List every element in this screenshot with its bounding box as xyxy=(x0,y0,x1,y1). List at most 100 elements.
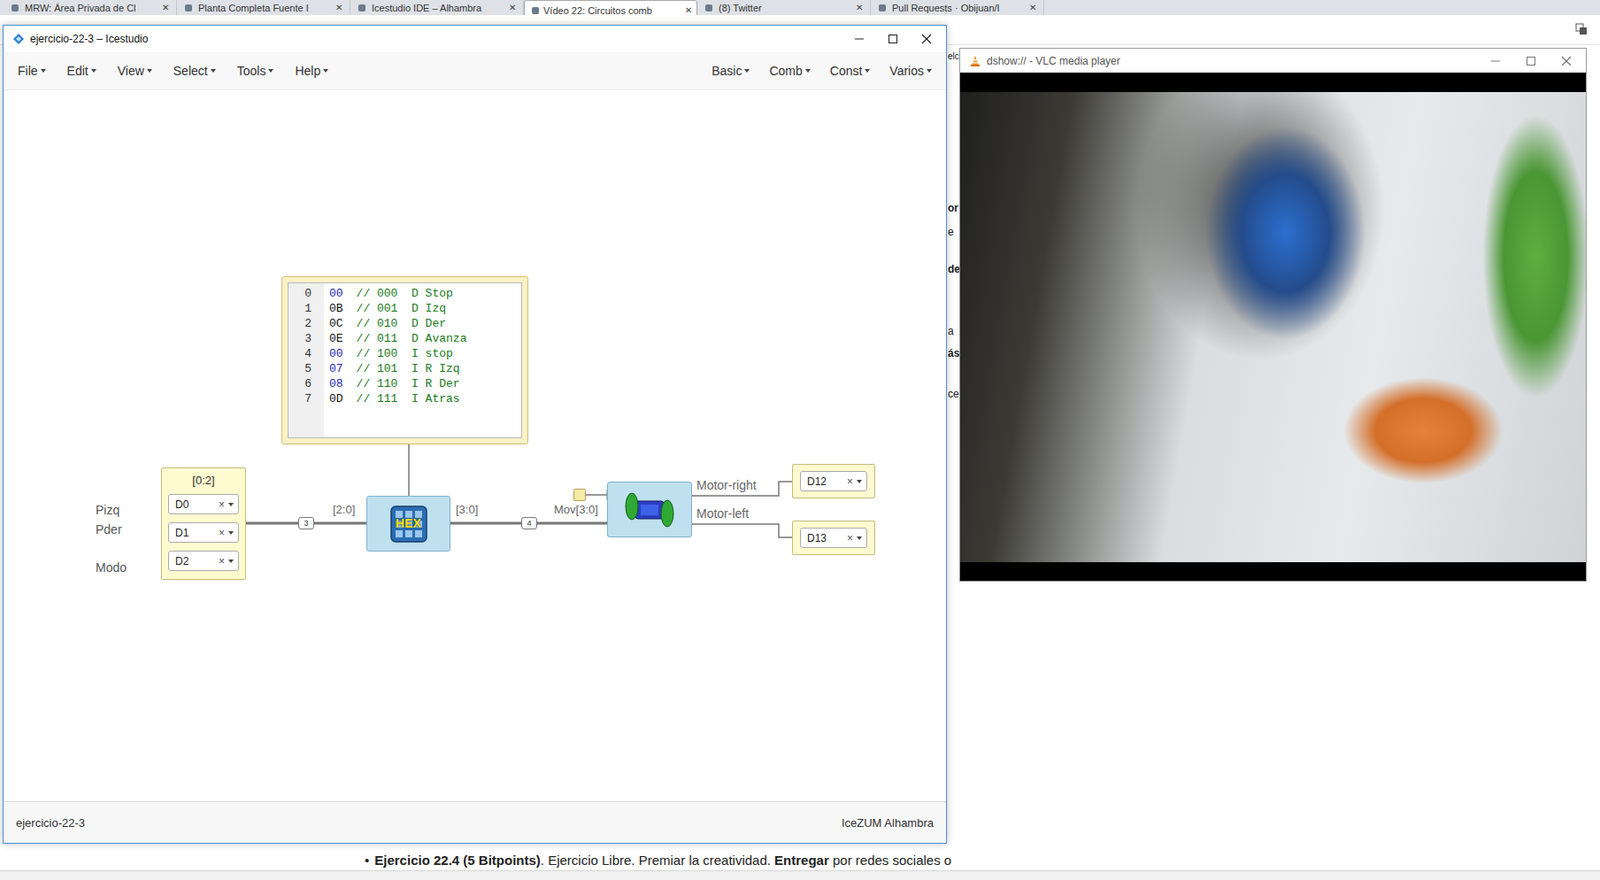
memory-value: 08 xyxy=(329,376,344,391)
caret-icon xyxy=(805,69,811,73)
browser-tab[interactable]: Planta Completa Fuente I ✕ xyxy=(176,0,351,16)
browser-tab[interactable]: Icestudio IDE – Alhambra✕ xyxy=(350,0,524,16)
bus-badge: 4 xyxy=(521,516,538,530)
taskbar-strip xyxy=(0,869,1600,880)
caret-icon xyxy=(268,69,274,73)
browser-tab-strip: MRW: Área Privada de Cl✕Planta Completa … xyxy=(0,0,1600,16)
tab-close-button[interactable]: ✕ xyxy=(1029,2,1037,13)
window-title: ejercicio-22-3 – Icestudio xyxy=(30,32,148,46)
line-gutter: 01234567 xyxy=(288,283,324,438)
browser-tab[interactable]: Pull Requests · Obijuan/I ✕ xyxy=(870,0,1045,16)
line-number: 3 xyxy=(288,330,324,347)
menu-bar: File Edit View Select Tools Help Basic Comb Cons… xyxy=(3,52,947,91)
pin-value: D12 xyxy=(807,475,844,488)
menu-item[interactable]: Const xyxy=(830,63,871,78)
deliver-word: Entregar xyxy=(774,852,830,868)
pin-select[interactable]: D12× xyxy=(800,470,868,492)
menu-item[interactable]: Basic xyxy=(711,63,750,78)
caret-icon xyxy=(146,69,153,73)
bullet-mark: • xyxy=(364,852,370,868)
memory-comment: // 001 D Izq xyxy=(356,301,447,316)
minimize-icon[interactable] xyxy=(853,33,865,45)
project-name: ejercicio-22-3 xyxy=(15,815,85,830)
clear-button[interactable]: × xyxy=(846,531,854,545)
menu-item[interactable]: Varios xyxy=(889,63,932,78)
memory-comment: // 111 I Atras xyxy=(356,392,461,406)
close-icon[interactable] xyxy=(1561,55,1572,67)
bus-badge: 3 xyxy=(298,516,315,530)
memory-block[interactable]: 0123456700// 000 D Stop0B// 001 D Izq0C/… xyxy=(281,276,529,445)
maximize-icon[interactable] xyxy=(887,33,899,45)
tab-close-button[interactable]: ✕ xyxy=(684,5,693,16)
bullet-text: Ejercicio 22.4 (5 Bitpoints). Ejercicio … xyxy=(374,852,952,868)
memory-code[interactable]: 00// 000 D Stop0B// 001 D Izq0C// 010 D … xyxy=(323,283,522,438)
port-label: Pder xyxy=(95,522,123,537)
menu-item[interactable]: View xyxy=(117,63,153,78)
menu-label: Select xyxy=(173,63,208,78)
tab-close-button[interactable]: ✕ xyxy=(335,2,343,13)
motor-block[interactable] xyxy=(607,481,693,538)
tab-label: Pull Requests · Obijuan/I xyxy=(892,2,1024,14)
memory-line: 00// 000 D Stop xyxy=(329,285,522,301)
browser-tab[interactable]: (8) Twitter✕ xyxy=(697,0,871,16)
port-label: Motor-left xyxy=(696,506,749,521)
pin-select[interactable]: D2× xyxy=(168,550,239,571)
page-text: e xyxy=(947,225,954,239)
pin-select[interactable]: D0× xyxy=(168,493,239,515)
menu-item[interactable]: Edit xyxy=(67,63,97,78)
menu-item[interactable]: File xyxy=(17,63,47,78)
motor-icon xyxy=(621,490,678,530)
pin-select[interactable]: D13× xyxy=(800,527,868,548)
tab-label: Vídeo 22: Circuitos comb xyxy=(543,5,682,16)
menu-item[interactable]: Tools xyxy=(237,63,275,78)
exercise-bullet: •Ejercicio 22.4 (5 Bitpoints). Ejercicio… xyxy=(364,852,952,868)
hex-decoder-block[interactable]: HEX xyxy=(366,495,451,552)
memory-line: 0E// 011 D Avanza xyxy=(329,330,522,347)
menu-group: File Edit View Select Tools Help xyxy=(17,63,329,78)
page-text: elc xyxy=(947,51,960,62)
vlc-window: dshow:// - VLC media player xyxy=(959,47,1587,582)
menu-item[interactable]: Comb xyxy=(769,63,810,78)
tab-close-button[interactable]: ✕ xyxy=(161,2,170,13)
hex-icon-wrap: HEX xyxy=(389,504,429,544)
pin-value: D13 xyxy=(807,531,844,545)
tab-label: Planta Completa Fuente I xyxy=(198,2,331,14)
clear-button[interactable]: × xyxy=(218,526,225,539)
caret-icon xyxy=(744,69,750,73)
window-title: dshow:// - VLC media player xyxy=(986,54,1121,68)
menu-item[interactable]: Help xyxy=(294,63,329,78)
caret-icon xyxy=(864,69,870,73)
input-block[interactable]: [0:2]D0×D1×D2× xyxy=(161,467,247,580)
line-number: 0 xyxy=(288,285,324,301)
page-text: ás xyxy=(947,346,960,360)
favicon-icon xyxy=(530,6,540,16)
wires xyxy=(3,90,947,801)
output-block[interactable]: D12× xyxy=(792,463,876,499)
memory-value: 07 xyxy=(329,361,344,376)
caret-icon xyxy=(228,530,234,535)
design-canvas[interactable]: 0123456700// 000 D Stop0B// 001 D Izq0C/… xyxy=(3,90,947,801)
menu-item[interactable]: Select xyxy=(173,63,216,78)
clear-button[interactable]: × xyxy=(218,554,225,568)
favicon-icon xyxy=(10,3,20,13)
memory-line: 00// 100 I stop xyxy=(329,346,522,362)
minimize-icon[interactable] xyxy=(1490,55,1501,67)
translate-icon[interactable] xyxy=(1575,23,1588,36)
browser-tab[interactable]: MRW: Área Privada de Cl✕ xyxy=(3,0,177,16)
pin-select[interactable]: D1× xyxy=(168,522,239,543)
clear-button[interactable]: × xyxy=(218,498,225,511)
tab-close-button[interactable]: ✕ xyxy=(508,2,516,13)
clear-button[interactable]: × xyxy=(846,475,854,488)
port-label: Pizq xyxy=(95,502,120,517)
favicon-icon xyxy=(357,3,367,13)
output-block[interactable]: D13× xyxy=(792,520,876,555)
tab-close-button[interactable]: ✕ xyxy=(855,2,863,13)
close-icon[interactable] xyxy=(921,33,932,45)
board-name: IceZUM Alhambra xyxy=(841,815,934,830)
title-bar: ejercicio-22-3 – Icestudio xyxy=(3,25,947,53)
port-label: [2:0] xyxy=(332,502,355,516)
menu-group: Basic Comb Const Varios xyxy=(711,63,932,78)
maximize-icon[interactable] xyxy=(1525,55,1537,67)
video-frame xyxy=(960,92,1586,562)
memory-line: 0B// 001 D Izq xyxy=(329,300,522,316)
